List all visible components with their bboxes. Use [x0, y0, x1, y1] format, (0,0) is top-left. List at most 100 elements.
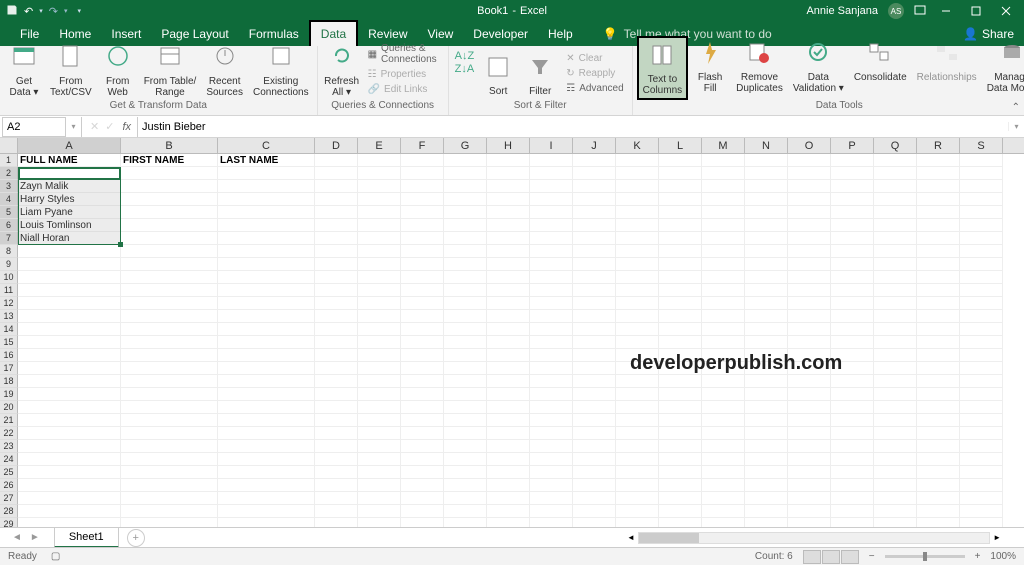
cell-H6[interactable]: [487, 219, 530, 232]
cell-E19[interactable]: [358, 388, 401, 401]
cell-D13[interactable]: [315, 310, 358, 323]
cell-J13[interactable]: [573, 310, 616, 323]
cell-C27[interactable]: [218, 492, 315, 505]
cell-D21[interactable]: [315, 414, 358, 427]
cell-G18[interactable]: [444, 375, 487, 388]
cell-I14[interactable]: [530, 323, 573, 336]
cell-D6[interactable]: [315, 219, 358, 232]
cell-A11[interactable]: [18, 284, 121, 297]
cell-F26[interactable]: [401, 479, 444, 492]
row-header-24[interactable]: 24: [0, 453, 18, 466]
cell-I10[interactable]: [530, 271, 573, 284]
cell-C26[interactable]: [218, 479, 315, 492]
cell-P19[interactable]: [831, 388, 874, 401]
row-header-5[interactable]: 5: [0, 206, 18, 219]
cell-P26[interactable]: [831, 479, 874, 492]
column-header-G[interactable]: G: [444, 138, 487, 153]
horizontal-scrollbar[interactable]: ◄ ►: [624, 531, 1004, 545]
cell-M12[interactable]: [702, 297, 745, 310]
cell-H21[interactable]: [487, 414, 530, 427]
cell-R3[interactable]: [917, 180, 960, 193]
cell-O7[interactable]: [788, 232, 831, 245]
cell-A3[interactable]: Zayn Malik: [18, 180, 121, 193]
cell-H12[interactable]: [487, 297, 530, 310]
cell-J3[interactable]: [573, 180, 616, 193]
cell-S25[interactable]: [960, 466, 1003, 479]
cell-A27[interactable]: [18, 492, 121, 505]
cell-K26[interactable]: [616, 479, 659, 492]
cell-G24[interactable]: [444, 453, 487, 466]
cell-I27[interactable]: [530, 492, 573, 505]
cell-L20[interactable]: [659, 401, 702, 414]
cell-P23[interactable]: [831, 440, 874, 453]
cell-P14[interactable]: [831, 323, 874, 336]
column-header-L[interactable]: L: [659, 138, 702, 153]
row-header-25[interactable]: 25: [0, 466, 18, 479]
cell-G6[interactable]: [444, 219, 487, 232]
cell-H22[interactable]: [487, 427, 530, 440]
cell-B15[interactable]: [121, 336, 218, 349]
cell-J5[interactable]: [573, 206, 616, 219]
cell-L11[interactable]: [659, 284, 702, 297]
cell-E7[interactable]: [358, 232, 401, 245]
cell-L25[interactable]: [659, 466, 702, 479]
cell-P5[interactable]: [831, 206, 874, 219]
cell-C17[interactable]: [218, 362, 315, 375]
cell-C8[interactable]: [218, 245, 315, 258]
cell-O14[interactable]: [788, 323, 831, 336]
cell-I6[interactable]: [530, 219, 573, 232]
cell-C10[interactable]: [218, 271, 315, 284]
cell-F17[interactable]: [401, 362, 444, 375]
cell-E10[interactable]: [358, 271, 401, 284]
cell-D24[interactable]: [315, 453, 358, 466]
cell-D11[interactable]: [315, 284, 358, 297]
cell-N24[interactable]: [745, 453, 788, 466]
cell-O19[interactable]: [788, 388, 831, 401]
cell-Q1[interactable]: [874, 154, 917, 167]
cell-M5[interactable]: [702, 206, 745, 219]
cell-R17[interactable]: [917, 362, 960, 375]
cell-Q12[interactable]: [874, 297, 917, 310]
cell-A21[interactable]: [18, 414, 121, 427]
cell-G17[interactable]: [444, 362, 487, 375]
cell-J23[interactable]: [573, 440, 616, 453]
cell-I29[interactable]: [530, 518, 573, 527]
cell-D1[interactable]: [315, 154, 358, 167]
cell-A1[interactable]: FULL NAME: [18, 154, 121, 167]
cell-A23[interactable]: [18, 440, 121, 453]
cell-E9[interactable]: [358, 258, 401, 271]
cell-I5[interactable]: [530, 206, 573, 219]
cell-H9[interactable]: [487, 258, 530, 271]
cell-F6[interactable]: [401, 219, 444, 232]
cell-A9[interactable]: [18, 258, 121, 271]
cell-H17[interactable]: [487, 362, 530, 375]
cell-S5[interactable]: [960, 206, 1003, 219]
row-header-6[interactable]: 6: [0, 219, 18, 232]
cell-N6[interactable]: [745, 219, 788, 232]
cell-Q17[interactable]: [874, 362, 917, 375]
cell-D15[interactable]: [315, 336, 358, 349]
cell-D18[interactable]: [315, 375, 358, 388]
cell-B17[interactable]: [121, 362, 218, 375]
cell-C14[interactable]: [218, 323, 315, 336]
maximize-button[interactable]: [966, 4, 986, 18]
cell-E20[interactable]: [358, 401, 401, 414]
cell-O20[interactable]: [788, 401, 831, 414]
cell-E11[interactable]: [358, 284, 401, 297]
redo-dropdown-icon[interactable]: ▾: [64, 7, 68, 15]
cell-N3[interactable]: [745, 180, 788, 193]
cell-K5[interactable]: [616, 206, 659, 219]
cell-C16[interactable]: [218, 349, 315, 362]
cell-P25[interactable]: [831, 466, 874, 479]
cell-D22[interactable]: [315, 427, 358, 440]
cell-O13[interactable]: [788, 310, 831, 323]
cell-M25[interactable]: [702, 466, 745, 479]
cell-E14[interactable]: [358, 323, 401, 336]
row-header-9[interactable]: 9: [0, 258, 18, 271]
recent-sources-button[interactable]: Recent Sources: [202, 40, 247, 100]
cell-G7[interactable]: [444, 232, 487, 245]
cell-B25[interactable]: [121, 466, 218, 479]
cell-O4[interactable]: [788, 193, 831, 206]
cell-M24[interactable]: [702, 453, 745, 466]
column-header-F[interactable]: F: [401, 138, 444, 153]
